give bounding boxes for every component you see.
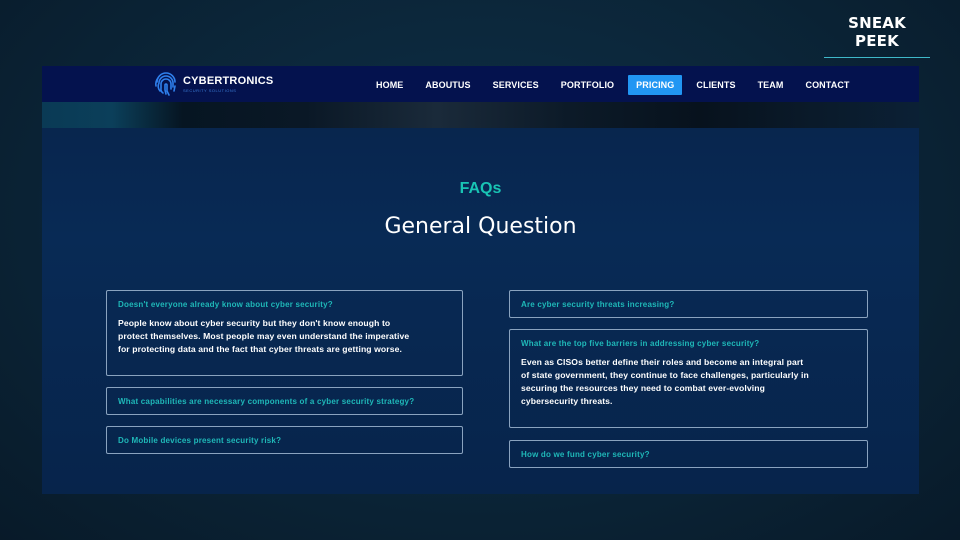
nav-services[interactable]: SERVICES xyxy=(485,75,547,95)
nav-home[interactable]: HOME xyxy=(368,75,411,95)
faq-answer-line: Even as CISOs better define their roles … xyxy=(521,357,804,367)
faq-answer-line: protect themselves. Most people may even… xyxy=(118,331,410,341)
faq-question: How do we fund cyber security? xyxy=(521,450,650,459)
faq-answer-line: securing the resources they need to comb… xyxy=(521,383,765,393)
hero-image-strip xyxy=(42,102,919,128)
faq-answer-line: cybersecurity threats. xyxy=(521,396,613,406)
faq-question: Do Mobile devices present security risk? xyxy=(118,436,282,445)
brand-logo[interactable]: CYBERTRONICS SECURITY SOLUTIONS xyxy=(152,68,273,100)
faq-item[interactable]: Do Mobile devices present security risk? xyxy=(106,426,463,454)
faq-item[interactable]: Are cyber security threats increasing? xyxy=(509,290,868,318)
top-navigation: CYBERTRONICS SECURITY SOLUTIONS HOME ABO… xyxy=(42,66,919,102)
faq-answer-line: of state government, they continue to fa… xyxy=(521,370,809,380)
faq-item[interactable]: How do we fund cyber security? xyxy=(509,440,868,468)
faq-kicker: FAQs xyxy=(459,180,502,197)
fingerprint-icon xyxy=(155,72,176,96)
website-preview: CYBERTRONICS SECURITY SOLUTIONS HOME ABO… xyxy=(42,66,919,494)
brand-name: CYBERTRONICS xyxy=(183,75,274,87)
brand-tagline: SECURITY SOLUTIONS xyxy=(183,88,237,93)
nav-team[interactable]: TEAM xyxy=(750,75,792,95)
faq-question: Are cyber security threats increasing? xyxy=(521,300,675,309)
faq-item-expanded[interactable]: What are the top five barriers in addres… xyxy=(509,329,868,428)
nav-menu: HOME ABOUTUS SERVICES PORTFOLIO PRICING … xyxy=(368,75,864,95)
faq-question: What are the top five barriers in addres… xyxy=(521,339,760,348)
faq-answer-line: People know about cyber security but the… xyxy=(118,318,391,328)
faq-answer-line: for protecting data and the fact that cy… xyxy=(118,344,402,354)
sneak-peek-badge: SNEAK PEEK xyxy=(824,14,930,58)
nav-pricing[interactable]: PRICING xyxy=(628,75,683,95)
faq-question: Doesn't everyone already know about cybe… xyxy=(118,300,333,309)
faq-item[interactable]: What capabilities are necessary componen… xyxy=(106,387,463,415)
faq-answer: People know about cyber security but the… xyxy=(118,317,451,356)
faq-answer: Even as CISOs better define their roles … xyxy=(521,356,856,408)
nav-contact[interactable]: CONTACT xyxy=(797,75,857,95)
faq-item-expanded[interactable]: Doesn't everyone already know about cybe… xyxy=(106,290,463,376)
section-title: General Question xyxy=(384,214,577,239)
nav-clients[interactable]: CLIENTS xyxy=(688,75,743,95)
faq-question: What capabilities are necessary componen… xyxy=(118,397,415,406)
nav-aboutus[interactable]: ABOUTUS xyxy=(417,75,478,95)
nav-portfolio[interactable]: PORTFOLIO xyxy=(553,75,622,95)
